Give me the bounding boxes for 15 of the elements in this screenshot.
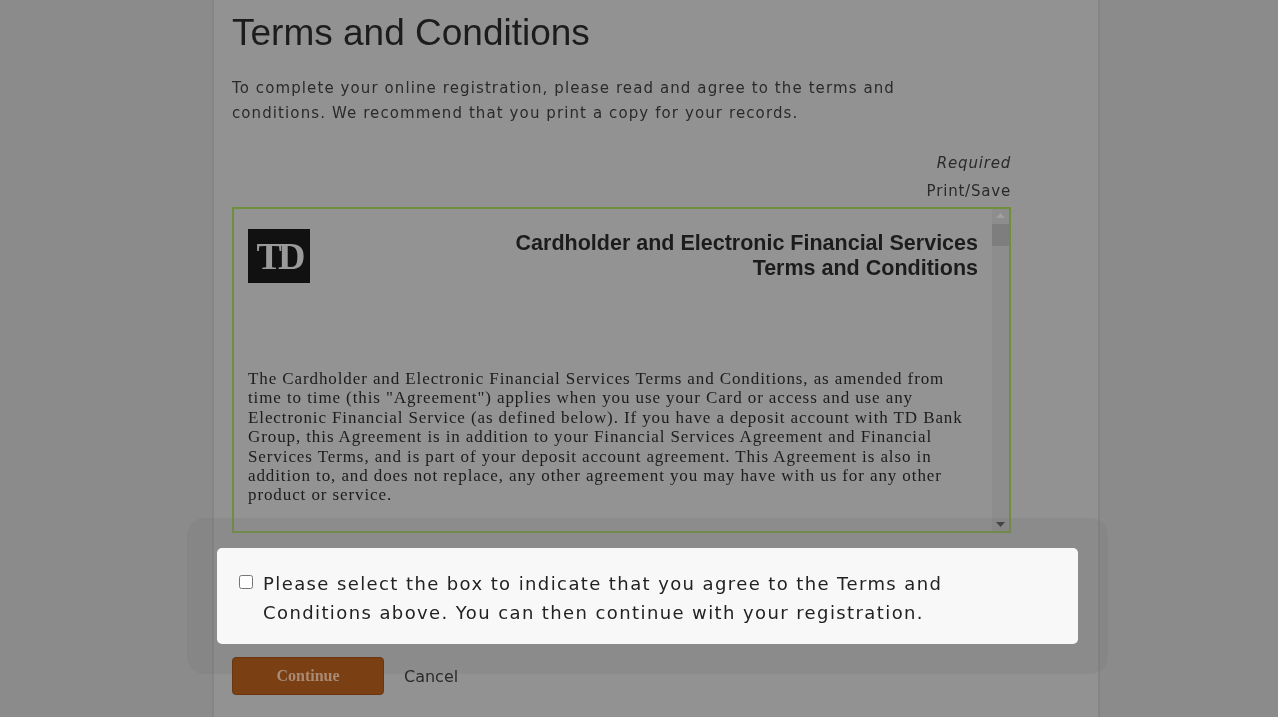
document-body: The Cardholder and Electronic Financial Services Terms and Conditions, as amended from time to time (this "Agreement") applies when you use your Card or access and use any Electronic Financial Service (as defined below). If you have a deposit account with TD Bank Group, this Agreement is in addition to your Financial Services Agreement and Financial Services Terms, and is part of your deposit account agreement. This Agreement is also in addition to, and does not replace, any other agreement you may have with us for any other product or service. [248, 369, 964, 505]
document-heading: Cardholder and Electronic Financial Services [515, 231, 978, 256]
continue-button[interactable]: Continue [232, 657, 384, 695]
scrollbar[interactable] [992, 209, 1009, 531]
required-note: Required [936, 154, 1011, 172]
intro-text: To complete your online registration, please read and agree to the terms and conditions. We recommend that you print a copy for your records. [232, 78, 896, 124]
scroll-down-icon[interactable] [996, 522, 1005, 527]
agreement-label: Please select the box to indicate that you agree to the Terms and Conditions above. You can then continue with your registration. [263, 572, 944, 625]
scroll-thumb[interactable] [992, 224, 1009, 246]
page-title: Terms and Conditions [232, 12, 591, 55]
agree-checkbox[interactable] [239, 575, 253, 589]
cancel-link[interactable]: Cancel [404, 666, 459, 686]
document-heading: Terms and Conditions [751, 256, 978, 281]
print-save-link[interactable]: Print/Save [926, 182, 1011, 200]
logo: TD [248, 229, 310, 283]
